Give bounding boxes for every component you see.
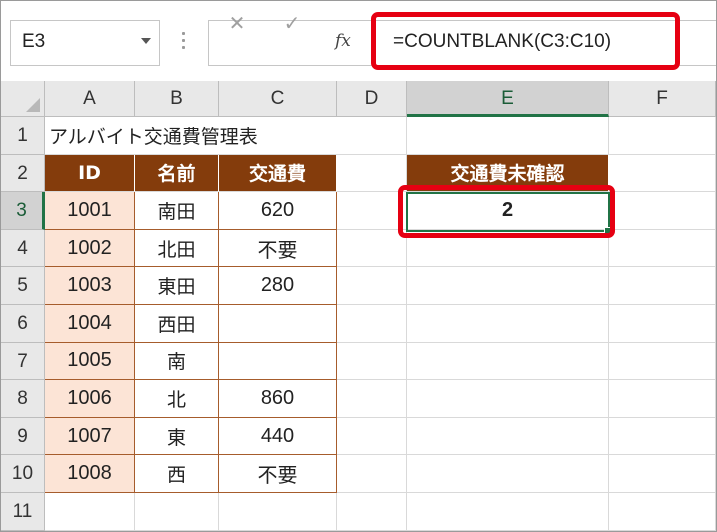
spreadsheet-window: E3 ✕ ✓ fx =COUNTBLANK(C3:C10) A B C D E …: [0, 0, 717, 532]
row-header-9[interactable]: 9: [1, 417, 45, 456]
row-header-3[interactable]: 3: [1, 192, 45, 230]
cell-e8[interactable]: [407, 380, 609, 418]
column-header-d[interactable]: D: [337, 81, 407, 117]
select-all-icon: [26, 98, 40, 112]
row-header-5[interactable]: 5: [1, 267, 45, 305]
column-header-b[interactable]: B: [135, 81, 219, 117]
cell-d1[interactable]: [337, 117, 407, 155]
cell-c7[interactable]: [219, 342, 337, 381]
cell-a8[interactable]: 1006: [45, 380, 135, 418]
cell-f11[interactable]: [609, 493, 716, 531]
cell-b3[interactable]: 南田: [135, 192, 219, 230]
insert-function-icon[interactable]: fx: [335, 31, 351, 51]
cell-c3[interactable]: 620: [219, 192, 337, 230]
cell-b6[interactable]: 西田: [135, 305, 219, 343]
formula-highlight-box: [371, 12, 680, 70]
cell-a3[interactable]: 1001: [45, 192, 135, 230]
row-header-11[interactable]: 11: [1, 493, 45, 531]
cell-d6[interactable]: [337, 305, 407, 343]
cell-a4[interactable]: 1002: [45, 229, 135, 268]
column-header-a[interactable]: A: [45, 81, 135, 117]
cell-f3[interactable]: [609, 192, 716, 230]
cell-c8[interactable]: 860: [219, 380, 337, 418]
cell-a6[interactable]: 1004: [45, 305, 135, 343]
cell-d5[interactable]: [337, 267, 407, 305]
cell-e7[interactable]: [407, 342, 609, 381]
row-header-8[interactable]: 8: [1, 380, 45, 418]
row-header-10[interactable]: 10: [1, 455, 45, 493]
table-header-c[interactable]: 交通費: [219, 154, 337, 193]
cell-b9[interactable]: 東: [135, 417, 219, 456]
cell-a11[interactable]: [45, 493, 135, 531]
cell-e6[interactable]: [407, 305, 609, 343]
cell-f2[interactable]: [609, 154, 716, 193]
cell-d4[interactable]: [337, 229, 407, 268]
sheet-title[interactable]: アルバイト交通費管理表: [45, 117, 258, 155]
cell-a9[interactable]: 1007: [45, 417, 135, 456]
cell-f1[interactable]: [609, 117, 716, 155]
cell-c4[interactable]: 不要: [219, 229, 337, 268]
cell-b7[interactable]: 南: [135, 342, 219, 381]
cell-b8[interactable]: 北: [135, 380, 219, 418]
cell-a7[interactable]: 1005: [45, 342, 135, 381]
cell-c5[interactable]: 280: [219, 267, 337, 305]
select-all-corner[interactable]: [1, 81, 45, 117]
cell-e9[interactable]: [407, 417, 609, 456]
cell-c9[interactable]: 440: [219, 417, 337, 456]
cell-f10[interactable]: [609, 455, 716, 493]
cell-f4[interactable]: [609, 229, 716, 268]
row-header-7[interactable]: 7: [1, 342, 45, 381]
name-box[interactable]: E3: [10, 20, 160, 66]
cell-b4[interactable]: 北田: [135, 229, 219, 268]
cell-d2[interactable]: [337, 154, 407, 193]
cell-d8[interactable]: [337, 380, 407, 418]
row-header-6[interactable]: 6: [1, 305, 45, 343]
cell-f5[interactable]: [609, 267, 716, 305]
cell-e10[interactable]: [407, 455, 609, 493]
result-highlight-box: [398, 185, 615, 238]
cell-d7[interactable]: [337, 342, 407, 381]
column-header-e[interactable]: E: [407, 81, 609, 117]
cell-f7[interactable]: [609, 342, 716, 381]
cell-f9[interactable]: [609, 417, 716, 456]
table-header-a[interactable]: ID: [45, 154, 135, 193]
column-header-c[interactable]: C: [219, 81, 337, 117]
cell-f8[interactable]: [609, 380, 716, 418]
cell-e1[interactable]: [407, 117, 609, 155]
row-header-4[interactable]: 4: [1, 229, 45, 268]
column-header-f[interactable]: F: [609, 81, 716, 117]
cell-e5[interactable]: [407, 267, 609, 305]
cell-d9[interactable]: [337, 417, 407, 456]
cell-d3[interactable]: [337, 192, 407, 230]
row-header-2[interactable]: 2: [1, 154, 45, 193]
cell-b10[interactable]: 西: [135, 455, 219, 493]
enter-icon[interactable]: ✓: [279, 11, 305, 35]
cell-b1[interactable]: [135, 117, 219, 155]
table-header-b[interactable]: 名前: [135, 154, 219, 193]
name-box-value: E3: [22, 31, 46, 52]
cell-c1[interactable]: [219, 117, 337, 155]
chevron-down-icon[interactable]: [141, 38, 151, 44]
cell-a10[interactable]: 1008: [45, 455, 135, 493]
cell-f6[interactable]: [609, 305, 716, 343]
cancel-icon[interactable]: ✕: [224, 11, 250, 35]
row-header-1[interactable]: 1: [1, 117, 45, 155]
cell-b5[interactable]: 東田: [135, 267, 219, 305]
cell-c11[interactable]: [219, 493, 337, 531]
cell-c6[interactable]: [219, 305, 337, 343]
drag-handle-icon[interactable]: [182, 32, 185, 53]
cell-a5[interactable]: 1003: [45, 267, 135, 305]
formula-bar: E3 ✕ ✓ fx =COUNTBLANK(C3:C10): [1, 1, 716, 81]
cell-d10[interactable]: [337, 455, 407, 493]
cell-c10[interactable]: 不要: [219, 455, 337, 493]
cell-d11[interactable]: [337, 493, 407, 531]
cell-b11[interactable]: [135, 493, 219, 531]
cell-e11[interactable]: [407, 493, 609, 531]
worksheet-grid: A B C D E F 1 2 3 4 5 6 7 8 9 10 11 アルバイト交通費管理表 ID 名…: [1, 81, 716, 531]
